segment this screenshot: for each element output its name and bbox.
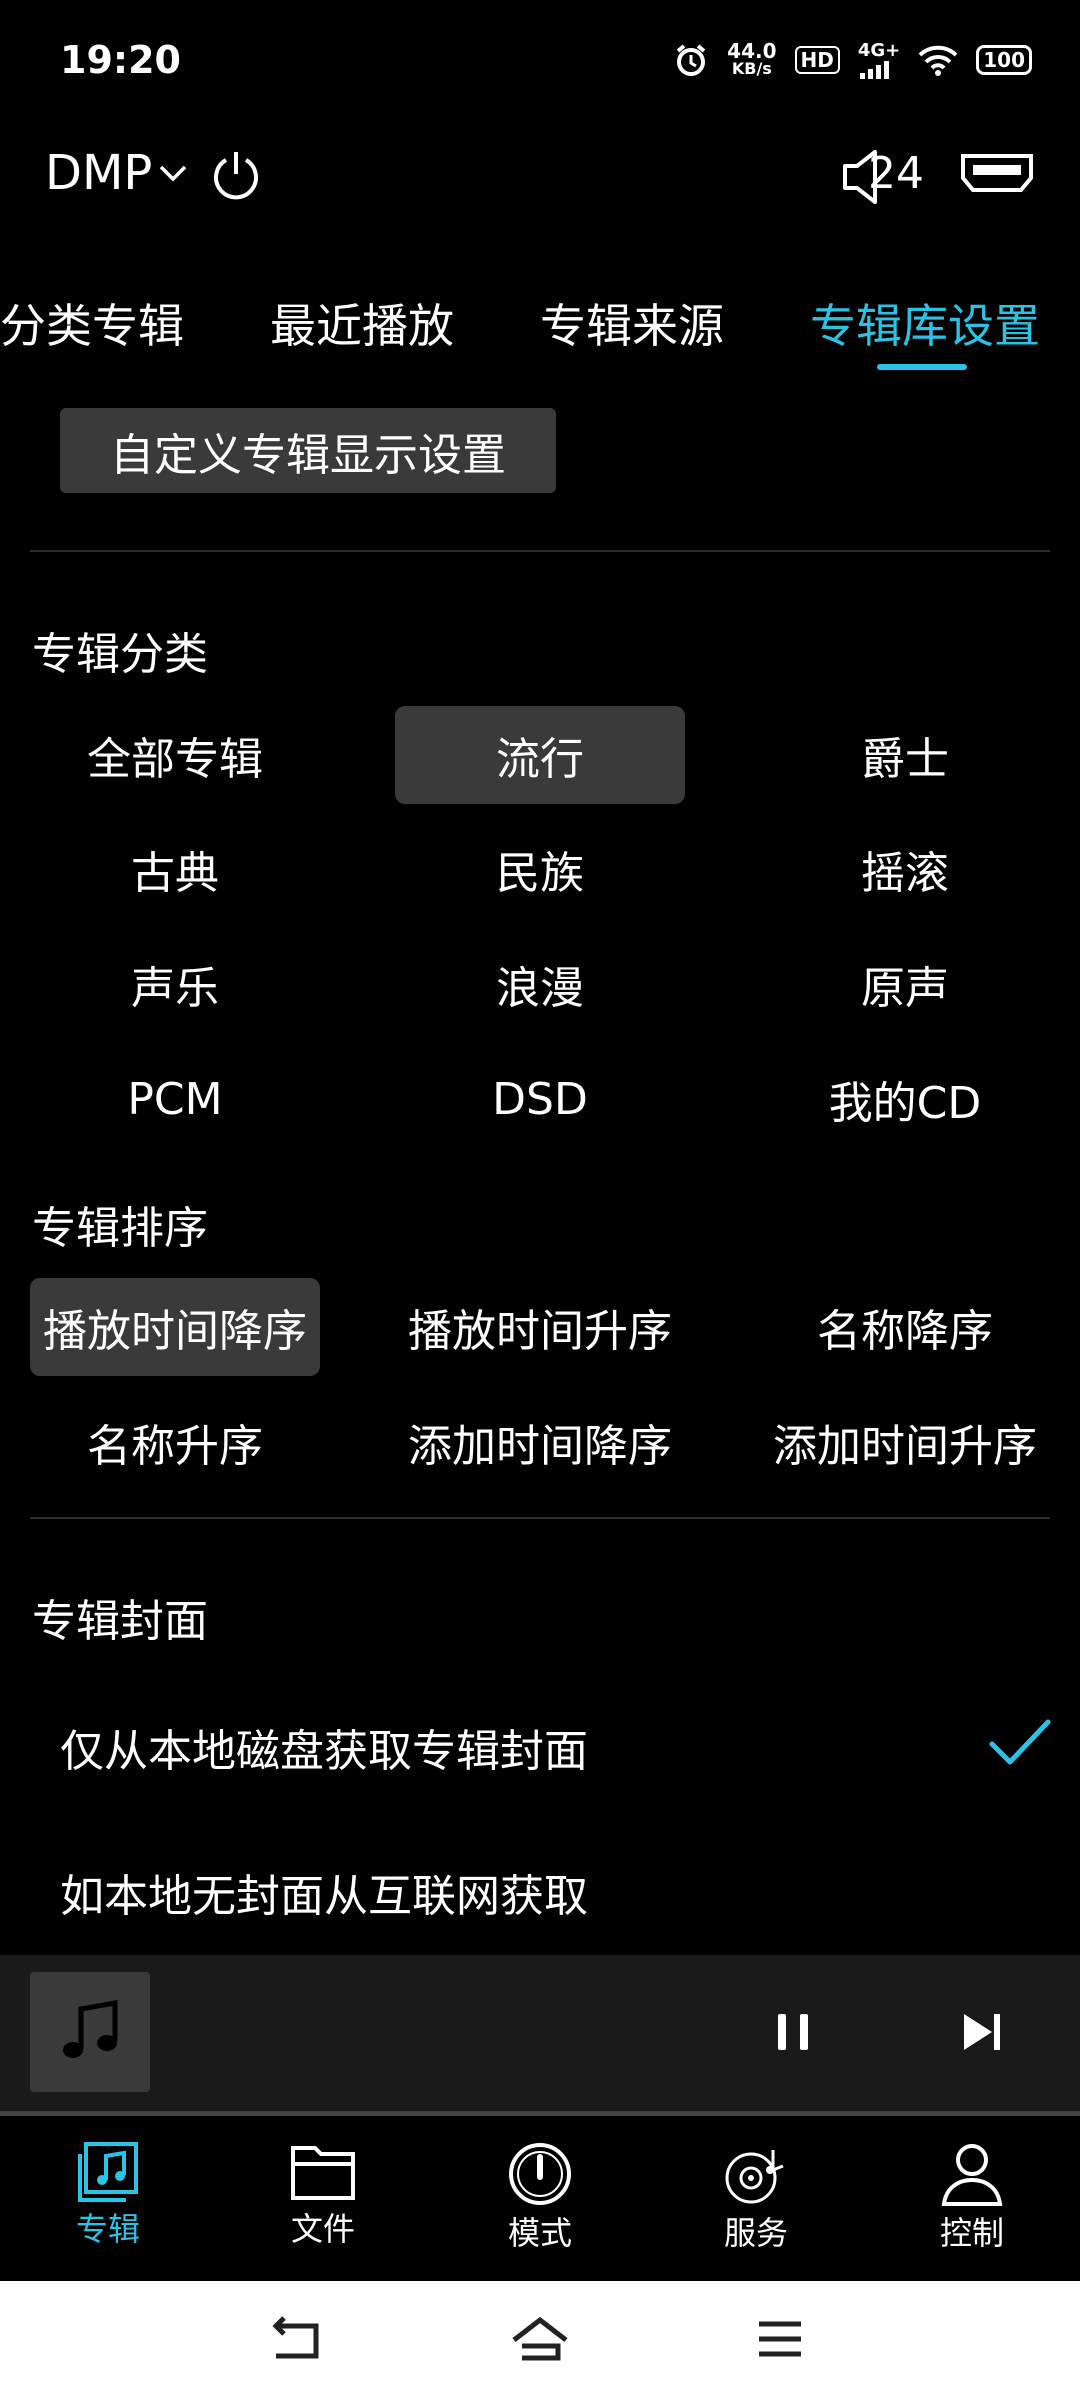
category-classical[interactable]: 古典 [30,820,320,918]
nav-mode[interactable]: 模式 [470,2142,610,2254]
category-jazz[interactable]: 爵士 [760,706,1050,804]
status-time: 19:20 [60,38,181,82]
hdmi-output-button[interactable] [959,152,1035,198]
service-disc-icon [725,2150,784,2204]
cover-title: 专辑封面 [32,1596,208,1647]
cover-option-internet[interactable]: 如本地无封面从互联网获取 [60,1860,588,1924]
sort-play-time-desc[interactable]: 播放时间降序 [30,1278,320,1376]
custom-display-button[interactable]: 自定义专辑显示设置 [60,408,556,493]
sort-add-time-asc[interactable]: 添加时间升序 [760,1393,1050,1491]
battery-indicator: 100 [976,44,1032,75]
tab-indicator [877,364,967,370]
check-icon [988,1716,1052,1772]
power-icon [214,152,258,200]
device-name: DMP [45,145,153,201]
mini-player[interactable] [0,1955,1080,2111]
category-dsd[interactable]: DSD [395,1050,685,1148]
hdmi-icon [961,154,1033,192]
volume-level: 24 [868,148,924,199]
pause-icon [778,2014,808,2050]
home-icon [512,2316,568,2361]
sort-title: 专辑排序 [32,1203,208,1254]
pause-button[interactable] [774,2010,814,2058]
category-my-cd[interactable]: 我的CD [760,1050,1050,1148]
tab-recent-play[interactable]: 最近播放 [270,290,454,356]
cover-option-local-only[interactable]: 仅从本地磁盘获取专辑封面 [60,1715,588,1779]
mode-knob-icon [509,2143,571,2205]
category-pcm[interactable]: PCM [30,1050,320,1148]
category-folk[interactable]: 民族 [395,820,685,918]
category-vocal[interactable]: 声乐 [30,935,320,1033]
net-speed: 44.0 KB/s [727,38,777,78]
category-romantic[interactable]: 浪漫 [395,935,685,1033]
user-icon [941,2144,1003,2206]
album-thumbnail[interactable] [30,1972,150,2092]
tab-album-source[interactable]: 专辑来源 [540,290,724,356]
tab-bar: 分类专辑 最近播放 专辑来源 专辑库设置 [0,290,1080,370]
sort-name-desc[interactable]: 名称降序 [760,1278,1050,1376]
hd-badge: HD [794,45,840,74]
nav-service[interactable]: 服务 [686,2142,826,2254]
menu-icon [759,2321,801,2357]
music-note-icon [63,2000,118,2058]
back-icon [272,2316,319,2359]
sort-play-time-asc[interactable]: 播放时间升序 [395,1278,685,1376]
category-title: 专辑分类 [32,629,208,680]
nav-control[interactable]: 控制 [902,2142,1042,2254]
divider [30,1517,1050,1519]
power-button[interactable] [208,148,264,208]
home-button[interactable] [510,2316,570,2366]
category-all[interactable]: 全部专辑 [30,706,320,804]
menu-button[interactable] [755,2316,805,2366]
sort-name-asc[interactable]: 名称升序 [30,1393,320,1491]
sort-add-time-desc[interactable]: 添加时间降序 [395,1393,685,1491]
nav-album[interactable]: 专辑 [38,2142,178,2250]
nav-files[interactable]: 文件 [253,2142,393,2250]
back-button[interactable] [270,2316,326,2366]
category-rock[interactable]: 摇滚 [760,820,1050,918]
folder-icon [291,2146,355,2200]
next-button[interactable] [960,2010,1004,2058]
signal-icon: 4G+ [858,40,900,79]
status-icons: 44.0 KB/s HD 4G+ 100 [673,40,1032,79]
tab-category-albums[interactable]: 分类专辑 [0,290,184,356]
divider [30,550,1050,552]
wifi-icon [918,44,958,76]
album-icon [78,2142,138,2202]
alarm-icon [673,42,709,78]
category-soundtrack[interactable]: 原声 [760,935,1050,1033]
skip-next-icon [964,2014,1000,2050]
tab-library-settings[interactable]: 专辑库设置 [810,290,1040,356]
category-pop[interactable]: 流行 [395,706,685,804]
chevron-down-icon [160,165,187,182]
device-selector[interactable]: DMP [45,145,188,201]
